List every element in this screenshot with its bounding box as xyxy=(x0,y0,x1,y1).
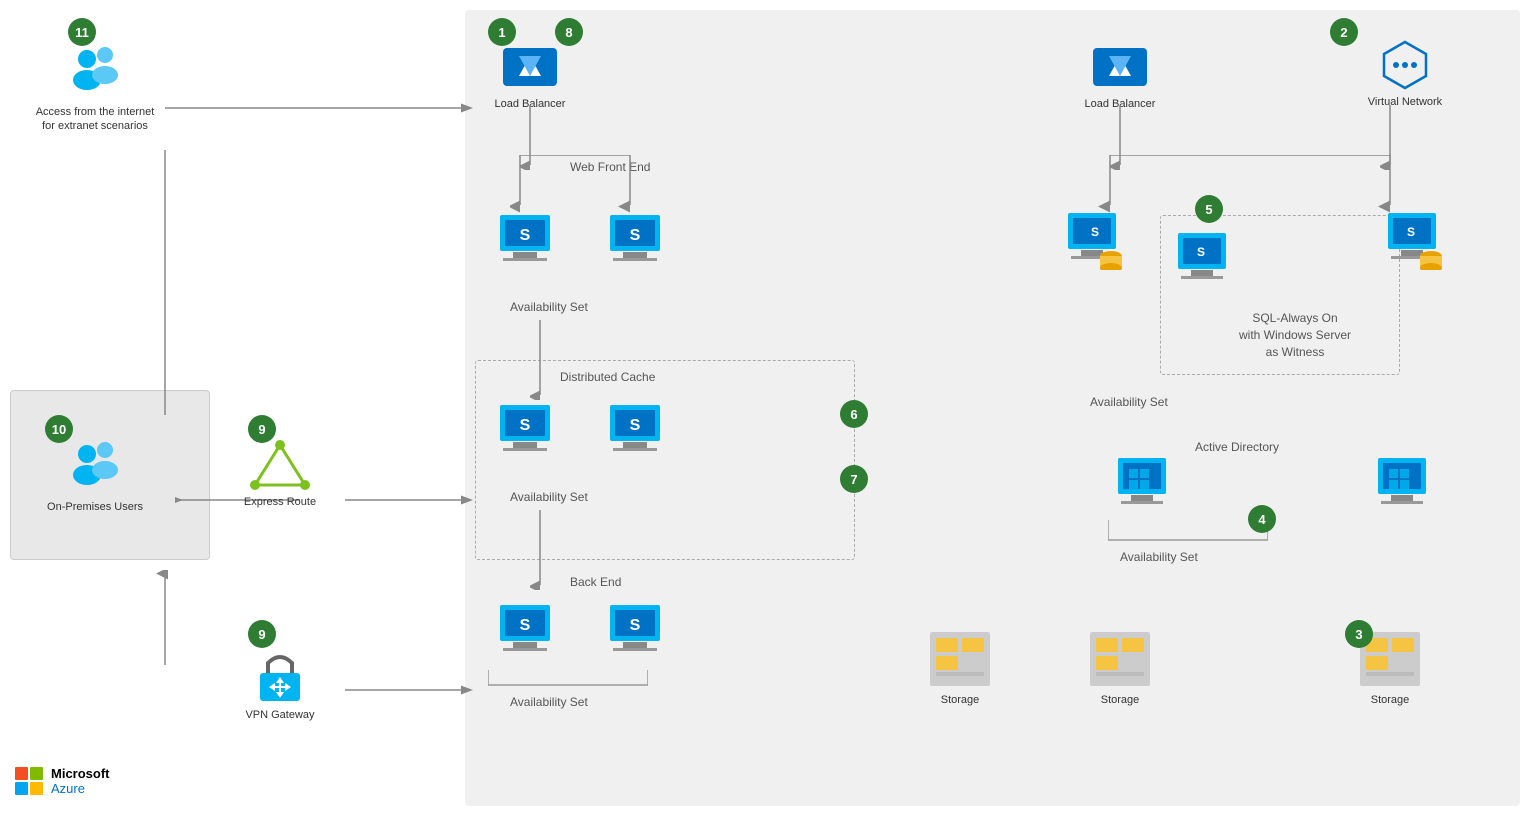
arrow-internet-lb xyxy=(165,98,485,118)
arrow-er-to-azure xyxy=(345,490,485,510)
arrow-up-vpn xyxy=(155,570,175,670)
svg-text:S: S xyxy=(1091,225,1099,239)
badge-11: 11 xyxy=(68,18,96,46)
active-directory-label: Active Directory xyxy=(1195,440,1279,454)
vm-ad-left-block xyxy=(1110,455,1180,507)
bracket-backend xyxy=(488,660,648,690)
ms-sq-yellow xyxy=(30,782,43,795)
badge-5: 5 xyxy=(1195,195,1223,223)
arrow-wfe-to-cache xyxy=(530,320,550,400)
sql-always-on-label: SQL-Always Onwith Windows Serveras Witne… xyxy=(1195,310,1395,360)
svg-text:S: S xyxy=(630,417,641,434)
svg-text:S: S xyxy=(520,227,531,244)
badge-9b: 9 xyxy=(248,620,276,648)
badge-2: 2 xyxy=(1330,18,1358,46)
avail-set-3-label: Availability Set xyxy=(510,695,588,709)
badge-4: 4 xyxy=(1248,505,1276,533)
diagram-container: 11 Access from the internet for extranet… xyxy=(0,0,1530,816)
onprem-users-block: On-Premises Users xyxy=(30,440,160,514)
arrows-wfe xyxy=(510,155,655,215)
ms-sq-green xyxy=(30,767,43,780)
svg-text:S: S xyxy=(520,417,531,434)
ms-logo-squares xyxy=(15,767,43,795)
vm-back2-block: S xyxy=(600,600,670,652)
storage1-block: Storage xyxy=(920,630,1000,707)
vm-cache2-block: S xyxy=(600,400,670,452)
avail-set-2-label: Availability Set xyxy=(510,490,588,504)
microsoft-azure-logo: Microsoft Azure xyxy=(15,766,110,796)
badge-7: 7 xyxy=(840,465,868,493)
arrow-down-onprem xyxy=(155,150,175,420)
vm-web1-block: S xyxy=(490,210,560,262)
internet-access-label: Access from the internet for extranet sc… xyxy=(35,105,155,134)
storage1-label: Storage xyxy=(941,693,980,707)
badge-6: 6 xyxy=(840,400,868,428)
arrow-vpn-to-azure xyxy=(345,680,485,700)
vm-ad-right-block xyxy=(1370,455,1440,507)
bracket-ad xyxy=(1108,515,1268,545)
ms-sq-blue xyxy=(15,782,28,795)
lb-left-block: Load Balancer xyxy=(490,40,570,111)
vm-sql-right-block: S xyxy=(1380,210,1450,270)
onprem-label: On-Premises Users xyxy=(47,500,143,514)
distributed-cache-label: Distributed Cache xyxy=(560,370,655,384)
microsoft-text: Microsoft xyxy=(51,766,110,781)
vm-sql-center-block: S xyxy=(1170,230,1240,290)
internet-access-block: Access from the internet for extranet sc… xyxy=(30,45,160,134)
avail-set-1-label: Availability Set xyxy=(510,300,588,314)
express-route-block: Express Route xyxy=(230,440,330,509)
ms-sq-red xyxy=(15,767,28,780)
vpn-gateway-block: VPN Gateway xyxy=(225,645,335,722)
vm-sql-left-block: S xyxy=(1060,210,1130,270)
storage2-block: Storage xyxy=(1080,630,1160,707)
arrow-cache-to-back xyxy=(530,510,550,590)
vpn-gateway-label: VPN Gateway xyxy=(245,708,314,722)
svg-text:S: S xyxy=(520,617,531,634)
vm-web2-block: S xyxy=(600,210,670,262)
virtual-network-block: Virtual Network xyxy=(1350,38,1460,109)
vm-back1-block: S xyxy=(490,600,560,652)
svg-text:S: S xyxy=(1197,245,1205,259)
badge-1: 1 xyxy=(488,18,516,46)
azure-text: Azure xyxy=(51,781,110,796)
badge-3: 3 xyxy=(1345,620,1373,648)
badge-8: 8 xyxy=(555,18,583,46)
badge-9a: 9 xyxy=(248,415,276,443)
storage2-label: Storage xyxy=(1101,693,1140,707)
badge-10: 10 xyxy=(45,415,73,443)
arrows-right-vms xyxy=(1095,155,1405,215)
svg-text:S: S xyxy=(630,617,641,634)
vm-cache1-block: S xyxy=(490,400,560,452)
storage3-label: Storage xyxy=(1371,693,1410,707)
svg-text:S: S xyxy=(630,227,641,244)
back-end-label: Back End xyxy=(570,575,621,589)
express-route-label: Express Route xyxy=(244,495,316,509)
virtual-network-label: Virtual Network xyxy=(1368,95,1442,109)
avail-set-sql-label: Availability Set xyxy=(1090,395,1168,409)
svg-text:S: S xyxy=(1407,225,1415,239)
avail-set-ad-label: Availability Set xyxy=(1120,550,1198,564)
lb-right-block: Load Balancer xyxy=(1080,40,1160,111)
